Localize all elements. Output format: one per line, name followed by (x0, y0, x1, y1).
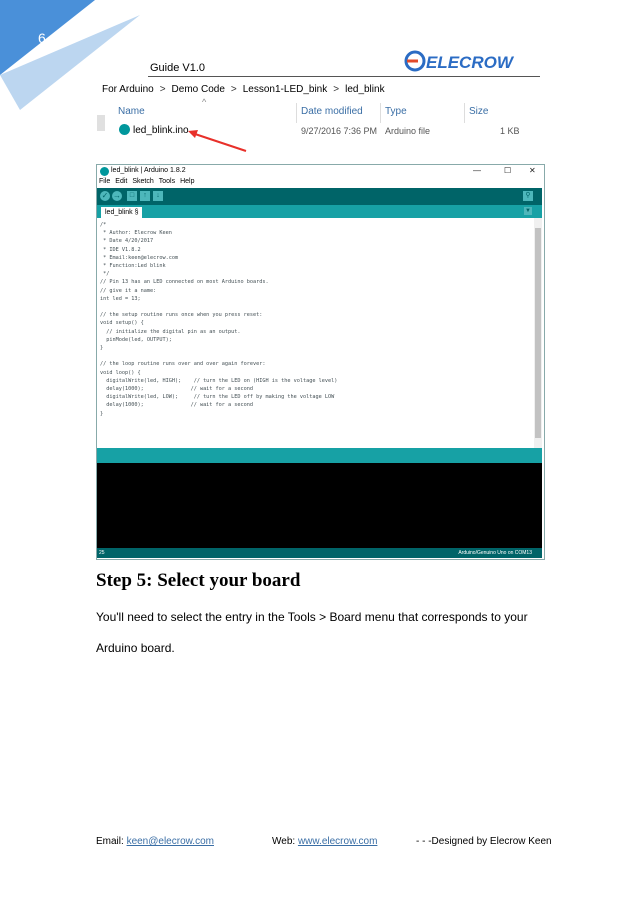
code-line: delay(1000); // wait for a second (100, 386, 254, 392)
red-arrow-icon (188, 130, 247, 152)
code-line: * Date 4/20/2017 (100, 238, 154, 245)
file-type: Arduino file (385, 126, 431, 136)
verify-icon[interactable]: ✓ (100, 191, 110, 201)
status-bar (97, 448, 542, 463)
arduino-file-icon (119, 124, 130, 135)
code-editor[interactable]: /* * Author: Elecrow Keen * Date 4/20/20… (97, 218, 534, 448)
sort-up-icon: ^ (202, 97, 207, 107)
column-divider (296, 103, 297, 123)
column-header-size[interactable]: Size (469, 106, 488, 117)
elecrow-logo: ELECROW (404, 50, 515, 72)
file-name[interactable]: led_blink.ino (133, 125, 189, 136)
save-icon[interactable]: ↓ (153, 191, 163, 201)
chevron-right-icon: > (159, 84, 166, 95)
code-line: // initialize the digital pin as an outp… (100, 328, 241, 335)
page-number: 6 (38, 30, 46, 46)
upload-icon[interactable]: → (112, 191, 122, 201)
menu-file[interactable]: File (99, 178, 110, 188)
file-date: 9/27/2016 7:36 PM (301, 126, 378, 136)
arduino-app-icon (100, 167, 109, 176)
email-label: Email: (96, 836, 127, 847)
guide-version: Guide V1.0 (150, 62, 206, 74)
column-header-date[interactable]: Date modified (301, 106, 363, 117)
column-header-name[interactable]: Name (118, 106, 145, 117)
minimize-icon[interactable]: — (473, 166, 481, 175)
window-title: led_blink | Arduino 1.8.2 (111, 167, 186, 174)
code-line: // the loop routine runs over and over a… (100, 361, 266, 368)
tab-bar: led_blink § ▼ (97, 205, 542, 218)
menu-sketch[interactable]: Sketch (132, 178, 153, 188)
chevron-right-icon: > (333, 84, 340, 95)
breadcrumb-item[interactable]: led_blink (345, 84, 384, 95)
paragraph-line-1: You'll need to select the entry in the T… (96, 610, 528, 624)
footer-designed: - - -Designed by Elecrow Keen (416, 836, 552, 847)
code-line: // the setup routine runs once when you … (100, 312, 263, 319)
window-titlebar: led_blink | Arduino 1.8.2 — ☐ ✕ (97, 165, 542, 178)
open-icon[interactable]: ↑ (140, 191, 150, 201)
code-line: int led = 13; (100, 295, 141, 302)
code-line: void setup() { (100, 320, 144, 327)
code-line: } (100, 345, 104, 351)
code-line: } (100, 410, 104, 417)
code-line: delay(1000); // wait for a second (100, 402, 254, 409)
web-link[interactable]: www.elecrow.com (298, 836, 377, 847)
code-line: // Pin 13 has an LED connected on most A… (100, 279, 269, 286)
email-link[interactable]: keen@elecrow.com (127, 836, 214, 847)
code-line: digitalWrite(led, LOW); // turn the LED … (100, 394, 335, 401)
chevron-right-icon: > (230, 84, 237, 95)
serial-monitor-icon[interactable]: ⚲ (523, 191, 533, 201)
code-line: */ (100, 271, 110, 278)
breadcrumb-item[interactable]: Demo Code (172, 84, 225, 95)
code-line: // give it a name: (100, 287, 157, 294)
column-divider (464, 103, 465, 123)
tab-menu-icon[interactable]: ▼ (524, 207, 532, 215)
code-line: * Author: Elecrow Keen (100, 230, 172, 237)
code-line: pinMode(led, OUTPUT); (100, 336, 172, 343)
header-divider (148, 76, 540, 77)
column-header-type[interactable]: Type (385, 106, 407, 117)
designed-label: - - -Designed by (416, 836, 490, 847)
web-label: Web: (272, 836, 298, 847)
footer-web: Web: www.elecrow.com (272, 836, 377, 847)
bottom-status: 25 Arduino/Genuino Uno on COM13 (97, 548, 542, 558)
code-line: * IDE V1.8.2 (100, 246, 141, 253)
column-divider (380, 103, 381, 123)
editor-scroll-thumb[interactable] (535, 228, 541, 438)
footer-email: Email: keen@elecrow.com (96, 836, 214, 847)
close-icon[interactable]: ✕ (529, 166, 536, 175)
code-line: void loop() { (100, 369, 141, 376)
code-line: * Function:Led blink (100, 263, 166, 269)
menu-bar: File Edit Sketch Tools Help (97, 178, 542, 188)
maximize-icon[interactable]: ☐ (504, 166, 511, 175)
menu-edit[interactable]: Edit (115, 178, 127, 188)
code-line: * Email:keen@elecrow.com (100, 254, 179, 261)
code-line: /* (100, 222, 107, 228)
tab-led-blink[interactable]: led_blink § (101, 207, 143, 218)
breadcrumb-item[interactable]: For Arduino (102, 84, 154, 95)
board-port: Arduino/Genuino Uno on COM13 (458, 550, 532, 556)
step-title: Step 5: Select your board (96, 570, 301, 591)
console-output (97, 463, 542, 548)
explorer-scrollbar[interactable] (97, 115, 105, 131)
line-number: 25 (99, 550, 105, 556)
code-line: digitalWrite(led, HIGH); // turn the LED… (100, 377, 338, 384)
paragraph-line-2: Arduino board. (96, 641, 175, 655)
menu-tools[interactable]: Tools (159, 178, 175, 188)
ide-toolbar: ✓ → □ ↑ ↓ ⚲ (97, 188, 542, 205)
breadcrumb-item[interactable]: Lesson1-LED_bink (243, 84, 328, 95)
author-name: Elecrow Keen (489, 836, 552, 847)
menu-help[interactable]: Help (180, 178, 194, 188)
breadcrumb: For Arduino > Demo Code > Lesson1-LED_bi… (102, 84, 385, 95)
svg-text:ELECROW: ELECROW (426, 53, 515, 72)
new-icon[interactable]: □ (127, 191, 137, 201)
file-size: 1 KB (500, 126, 520, 136)
